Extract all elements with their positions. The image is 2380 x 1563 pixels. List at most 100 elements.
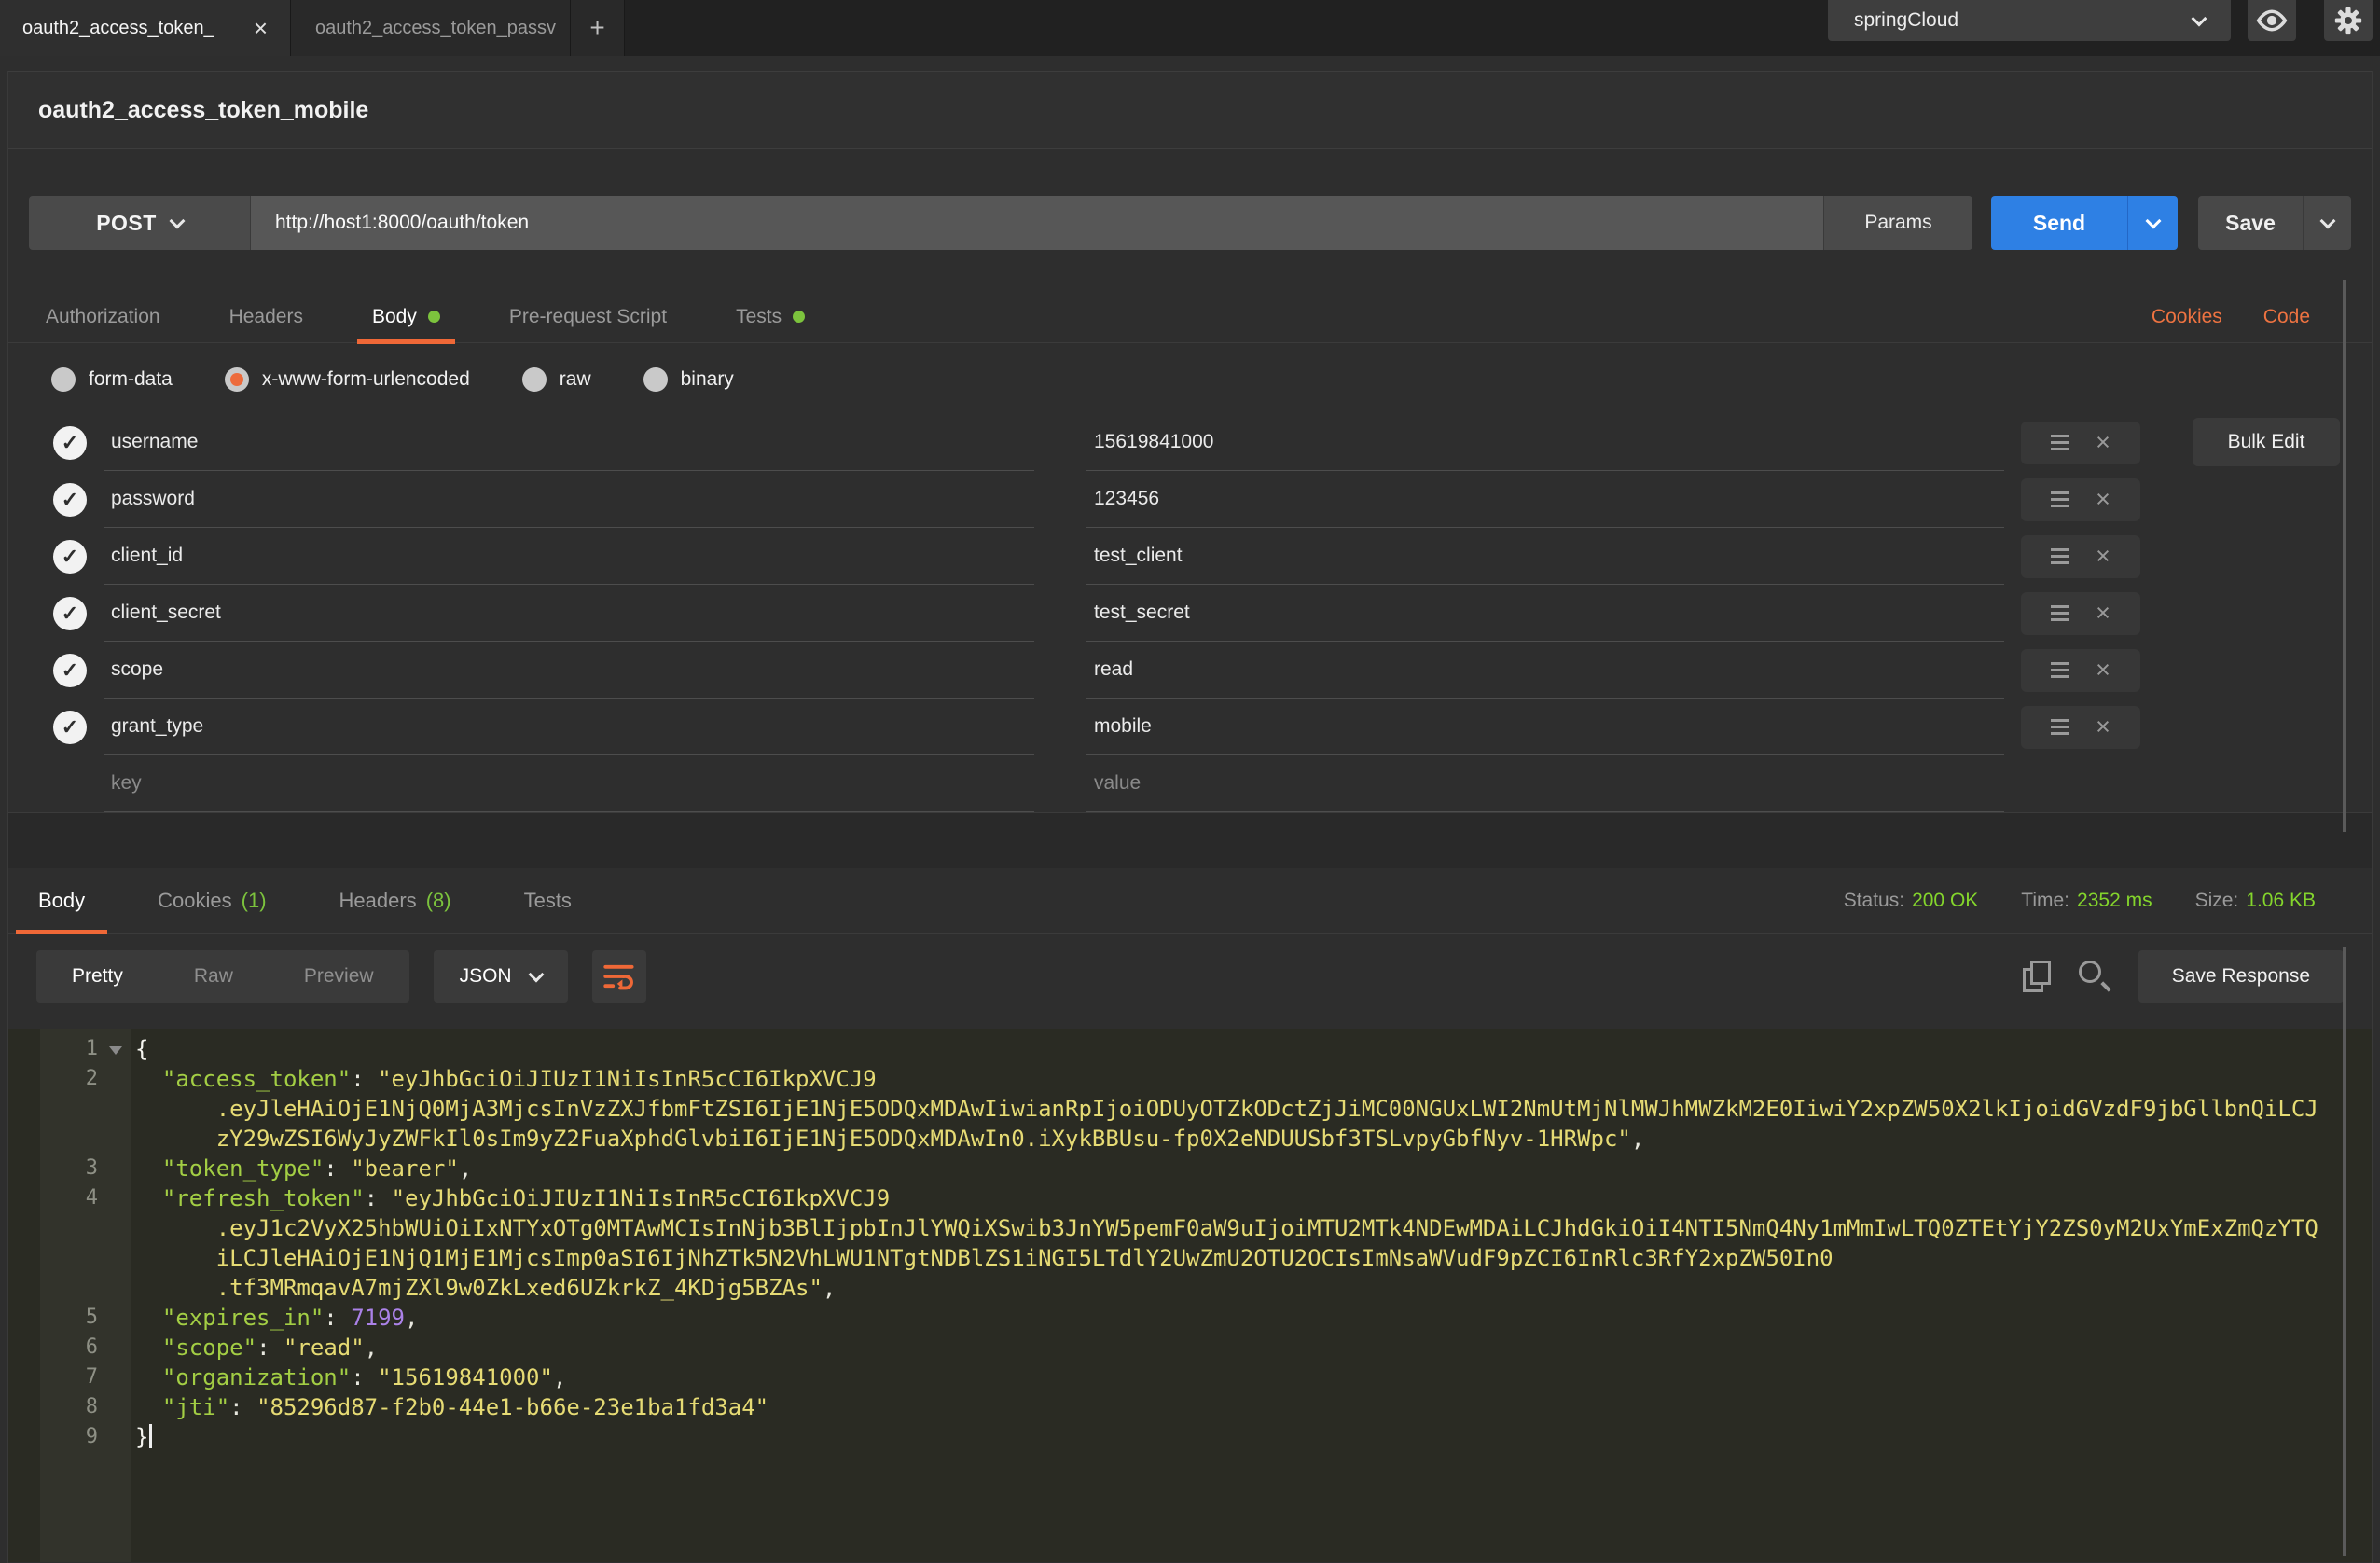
tab-close-icon[interactable]: ×: [254, 16, 268, 40]
environment-select[interactable]: springCloud: [1828, 0, 2231, 41]
param-key-input[interactable]: scope: [104, 642, 1034, 699]
code-line: .eyJleHAiOjE1NjQ0MjA3MjcsInVzZXJfbmFtZSI…: [135, 1094, 2372, 1124]
line-number: 6: [8, 1333, 131, 1362]
save-button[interactable]: Save: [2198, 196, 2351, 250]
settings-button[interactable]: [2324, 0, 2373, 41]
gear-icon: [2332, 5, 2364, 36]
param-key-input[interactable]: username: [104, 414, 1034, 471]
line-number: [8, 1273, 131, 1303]
save-label[interactable]: Save: [2198, 196, 2303, 250]
row-menu-icon[interactable]: [2051, 605, 2069, 621]
language-select[interactable]: JSON: [434, 950, 568, 1003]
row-actions-group: ×: [2021, 592, 2140, 635]
row-menu-icon[interactable]: [2051, 548, 2069, 564]
new-tab-button[interactable]: +: [571, 0, 625, 56]
request-tab-headers[interactable]: Headers: [229, 291, 303, 343]
response-tab-tests[interactable]: Tests: [524, 868, 572, 934]
code-token: "organization": [162, 1364, 351, 1390]
body-type-form-data[interactable]: form-data: [51, 367, 173, 392]
param-value-input[interactable]: 123456: [1086, 471, 2004, 528]
row-actions-group: ×: [2021, 478, 2140, 521]
method-select[interactable]: POST: [29, 196, 251, 250]
code-token: :: [365, 1185, 392, 1211]
request-tab-pre-request-script[interactable]: Pre-request Script: [509, 291, 667, 343]
send-options-button[interactable]: [2127, 196, 2178, 250]
row-menu-icon[interactable]: [2051, 435, 2069, 450]
param-checkbox[interactable]: ✓: [36, 471, 104, 528]
row-menu-icon[interactable]: [2051, 662, 2069, 678]
param-row-placeholder: key value: [36, 755, 2372, 812]
param-key-input[interactable]: grant_type: [104, 699, 1034, 755]
param-key-input[interactable]: key: [104, 755, 1034, 812]
response-tab-body[interactable]: Body: [38, 868, 85, 934]
line-number: 2: [8, 1064, 131, 1094]
code-token: "eyJhbGciOiJIUzI1NiIsInR5cCI6IkpXVCJ9: [378, 1066, 877, 1092]
save-response-button[interactable]: Save Response: [2138, 950, 2344, 1003]
body-type-raw[interactable]: raw: [522, 367, 591, 392]
view-mode-raw[interactable]: Raw: [159, 965, 269, 988]
code-token: [135, 1245, 216, 1271]
code-editor[interactable]: { "access_token": "eyJhbGciOiJIUzI1NiIsI…: [131, 1029, 2372, 1562]
delete-row-icon[interactable]: ×: [2096, 714, 2110, 740]
body-type-binary[interactable]: binary: [643, 367, 734, 392]
delete-row-icon[interactable]: ×: [2096, 487, 2110, 512]
editor-tab-active[interactable]: oauth2_access_token_ ×: [0, 0, 291, 56]
body-type-x-www-form-urlencoded[interactable]: x-www-form-urlencoded: [225, 367, 470, 392]
request-tab-authorization[interactable]: Authorization: [46, 291, 160, 343]
row-menu-icon[interactable]: [2051, 491, 2069, 507]
code-link[interactable]: Code: [2263, 306, 2310, 328]
delete-row-icon[interactable]: ×: [2096, 430, 2110, 455]
environment-quick-look-button[interactable]: [2248, 0, 2296, 41]
send-button[interactable]: Send: [1991, 196, 2178, 250]
param-checkbox[interactable]: ✓: [36, 528, 104, 585]
scrollbar[interactable]: [2343, 280, 2346, 832]
delete-row-icon[interactable]: ×: [2096, 657, 2110, 683]
param-checkbox[interactable]: ✓: [36, 642, 104, 699]
cookies-link[interactable]: Cookies: [2152, 306, 2222, 328]
view-mode-preview[interactable]: Preview: [269, 965, 409, 988]
code-line: "token_type": "bearer",: [135, 1154, 2372, 1183]
param-value-input[interactable]: mobile: [1086, 699, 2004, 755]
row-actions-group: ×: [2021, 649, 2140, 692]
code-token: [135, 1394, 162, 1420]
scrollbar[interactable]: [2343, 947, 2346, 1556]
param-value-input[interactable]: value: [1086, 755, 2004, 812]
search-button[interactable]: [2079, 961, 2110, 992]
response-body-editor[interactable]: 123456789 { "access_token": "eyJhbGciOiJ…: [8, 1029, 2372, 1562]
line-number-gutter: 123456789: [8, 1029, 131, 1562]
tab-label: Headers: [229, 306, 303, 328]
send-label[interactable]: Send: [1991, 196, 2127, 250]
editor-tab-inactive[interactable]: oauth2_access_token_passv: [291, 0, 571, 56]
fold-arrow-icon[interactable]: [109, 1046, 122, 1055]
bulk-edit-button[interactable]: Bulk Edit: [2193, 418, 2340, 466]
param-row: ✓grant_type mobile ×: [36, 699, 2372, 755]
delete-row-icon[interactable]: ×: [2096, 544, 2110, 569]
save-options-button[interactable]: [2303, 196, 2351, 250]
section-divider: [8, 812, 2372, 868]
param-key-input[interactable]: client_id: [104, 528, 1034, 585]
code-token: [135, 1275, 216, 1301]
url-input[interactable]: [251, 196, 1823, 250]
row-menu-icon[interactable]: [2051, 719, 2069, 735]
response-tab-cookies[interactable]: Cookies(1): [158, 868, 266, 934]
param-value-input[interactable]: test_secret: [1086, 585, 2004, 642]
param-key-input[interactable]: password: [104, 471, 1034, 528]
param-value-input[interactable]: test_client: [1086, 528, 2004, 585]
request-tab-body[interactable]: Body: [372, 291, 440, 343]
param-key-input[interactable]: client_secret: [104, 585, 1034, 642]
response-tab-headers[interactable]: Headers(8): [339, 868, 451, 934]
copy-button[interactable]: [2023, 961, 2051, 992]
wrap-text-button[interactable]: [592, 950, 646, 1003]
check-icon: ✓: [53, 540, 87, 574]
view-mode-pretty[interactable]: Pretty: [36, 965, 159, 988]
code-token: ,: [553, 1364, 566, 1390]
param-value-input[interactable]: read: [1086, 642, 2004, 699]
param-checkbox[interactable]: ✓: [36, 585, 104, 642]
request-tab-tests[interactable]: Tests: [736, 291, 805, 343]
param-value-input[interactable]: 15619841000: [1086, 414, 2004, 471]
delete-row-icon[interactable]: ×: [2096, 601, 2110, 626]
chevron-down-icon: [528, 966, 544, 982]
params-button[interactable]: Params: [1823, 196, 1972, 250]
param-checkbox[interactable]: ✓: [36, 414, 104, 471]
param-checkbox[interactable]: ✓: [36, 699, 104, 755]
